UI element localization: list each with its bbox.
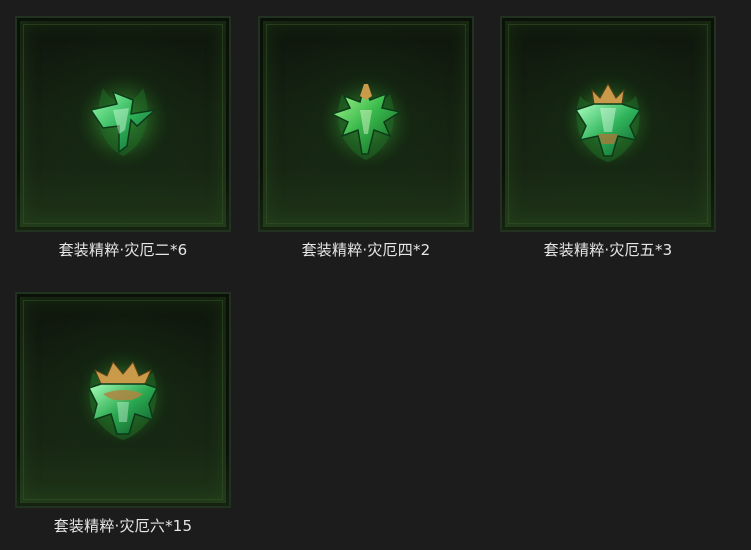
item-label: 套装精粹·灾厄四*2 [301,241,431,259]
item-card[interactable]: 套装精粹·灾厄六*15 [15,292,231,536]
green-crowned-gem-icon [560,74,656,170]
item-label: 套装精粹·灾厄二*6 [58,241,188,259]
item-card[interactable]: 套装精粹·灾厄四*2 [258,16,474,260]
item-label: 套装精粹·灾厄六*15 [53,517,193,535]
item-frame[interactable] [15,292,231,508]
item-grid: 套装精粹·灾厄二*6 套装精粹·灾厄四*2 套装精粹·灾厄五*3 套装精粹·灾厄… [0,0,751,550]
item-card[interactable]: 套装精粹·灾厄二*6 [15,16,231,260]
green-winged-gem-icon [318,74,414,170]
item-card[interactable]: 套装精粹·灾厄五*3 [500,16,716,260]
item-frame[interactable] [500,16,716,232]
item-label: 套装精粹·灾厄五*3 [543,241,673,259]
green-cross-gem-icon [75,72,171,168]
item-frame[interactable] [258,16,474,232]
item-frame[interactable] [15,16,231,232]
green-golden-crown-gem-icon [75,350,171,446]
